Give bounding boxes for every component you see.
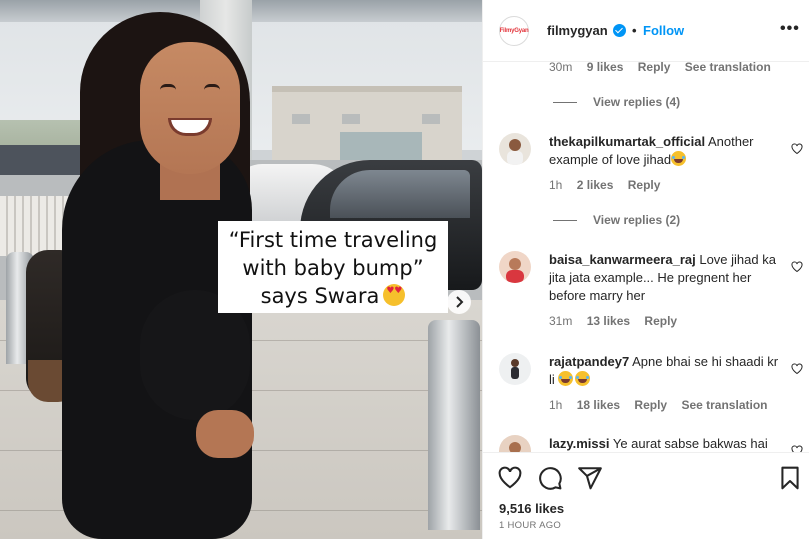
comment-text-block: lazy.missi Ye aurat sabse bakwas hai [549, 435, 781, 452]
comment-likes[interactable]: 18 likes [577, 398, 620, 412]
laughing-emoji-icon [575, 371, 591, 386]
avatar-woman-icon [499, 435, 531, 452]
post-actions-bar: 9,516 likes 1 HOUR AGO [483, 452, 809, 539]
like-comment-heart-icon[interactable] [791, 143, 803, 155]
comment-meta: 30m 9 likes Reply See translation [549, 62, 782, 74]
comment-meta: 31m 13 likes Reply [549, 314, 688, 328]
comment-avatar[interactable] [499, 435, 531, 452]
likes-count[interactable]: 9,516 likes [499, 501, 564, 516]
share-send-icon[interactable] [577, 465, 603, 491]
photo-eye [204, 84, 220, 90]
see-translation-button[interactable]: See translation [685, 62, 771, 74]
photo-car-window [330, 170, 470, 218]
comment-likes[interactable]: 2 likes [577, 178, 614, 192]
more-options-button[interactable]: ••• [780, 20, 800, 38]
reply-button[interactable]: Reply [634, 398, 667, 412]
follow-button[interactable]: Follow [643, 23, 684, 38]
comment-meta: 1h 2 likes Reply [549, 178, 671, 192]
view-replies-label: View replies (2) [593, 213, 681, 227]
verified-badge-icon [613, 24, 626, 37]
like-comment-heart-icon[interactable] [791, 261, 803, 273]
reply-button[interactable]: Reply [638, 62, 671, 74]
chevron-right-icon [456, 296, 464, 308]
view-replies-button[interactable]: View replies (2) [553, 213, 680, 227]
photo-window [342, 114, 360, 124]
like-heart-icon[interactable] [497, 465, 523, 491]
replies-divider [553, 219, 577, 221]
photo-fence [0, 196, 70, 256]
comment-meta: 1h 18 likes Reply See translation [549, 398, 778, 412]
comment-bubble-icon[interactable] [537, 465, 563, 491]
comment-time: 1h [549, 398, 563, 412]
post-media[interactable]: “First time traveling with baby bump” sa… [0, 0, 482, 539]
caption-line-3: says Swara [218, 282, 448, 310]
reply-button[interactable]: Reply [644, 314, 677, 328]
like-comment-heart-icon[interactable] [791, 445, 803, 452]
laughing-emoji-icon [558, 371, 574, 386]
photo-hands [196, 410, 254, 458]
post-caption-overlay: “First time traveling with baby bump” sa… [218, 221, 448, 313]
reply-button[interactable]: Reply [628, 178, 661, 192]
view-replies-label: View replies (4) [593, 95, 681, 109]
avatar-woman-icon [499, 251, 531, 283]
comment-likes[interactable]: 13 likes [587, 314, 630, 328]
comment-likes[interactable]: 9 likes [587, 62, 624, 74]
comment-username[interactable]: thekapilkumartak_official [549, 134, 705, 149]
replies-divider [553, 101, 577, 103]
heart-eyes-emoji-icon [383, 284, 406, 306]
photo-bollard [428, 320, 480, 530]
post-side-panel: FilmyGyan filmygyan • Follow ••• 30m 9 l… [482, 0, 809, 539]
comment-avatar[interactable] [499, 133, 531, 165]
save-bookmark-icon[interactable] [777, 465, 803, 491]
comment-avatar[interactable] [499, 251, 531, 283]
next-media-button[interactable] [447, 290, 471, 314]
photo-window [422, 114, 440, 124]
view-replies-button[interactable]: View replies (4) [553, 95, 680, 109]
comment-time: 30m [549, 62, 573, 74]
laughing-emoji-icon [671, 151, 687, 166]
profile-avatar[interactable]: FilmyGyan [499, 16, 529, 46]
photo-bus [0, 145, 80, 175]
caption-line-1: “First time traveling [228, 228, 438, 252]
comments-list[interactable]: 30m 9 likes Reply See translation View r… [483, 62, 809, 452]
comment-text-block: thekapilkumartak_official Another exampl… [549, 133, 781, 169]
caption-line-3-text: says Swara [260, 284, 380, 308]
comment-text-block: rajatpandey7 Apne bhai se hi shaadi kr l… [549, 353, 781, 389]
comment-username[interactable]: lazy.missi [549, 436, 609, 451]
comment-time: 1h [549, 178, 563, 192]
post-timestamp[interactable]: 1 HOUR AGO [499, 520, 561, 531]
comment-body: Ye aurat sabse bakwas hai [612, 436, 768, 451]
header-separator: • [632, 23, 637, 38]
avatar-man-icon [499, 133, 531, 165]
comment-avatar[interactable] [499, 353, 531, 385]
see-translation-button[interactable]: See translation [681, 398, 767, 412]
comment-username[interactable]: rajatpandey7 [549, 354, 629, 369]
header-username[interactable]: filmygyan [547, 23, 608, 38]
photo-window [292, 114, 310, 124]
comment-text-block: baisa_kanwarmeera_raj Love jihad ka jita… [549, 251, 781, 305]
avatar-person-icon [499, 353, 531, 385]
photo-eye [160, 84, 176, 90]
caption-line-2: with baby bump” [242, 256, 424, 280]
like-comment-heart-icon[interactable] [791, 363, 803, 375]
logo-text: FilmyGyan [499, 28, 529, 34]
post-header: FilmyGyan filmygyan • Follow ••• [483, 0, 809, 62]
comment-username[interactable]: baisa_kanwarmeera_raj [549, 252, 696, 267]
comment-time: 31m [549, 314, 573, 328]
photo-face [140, 42, 240, 174]
